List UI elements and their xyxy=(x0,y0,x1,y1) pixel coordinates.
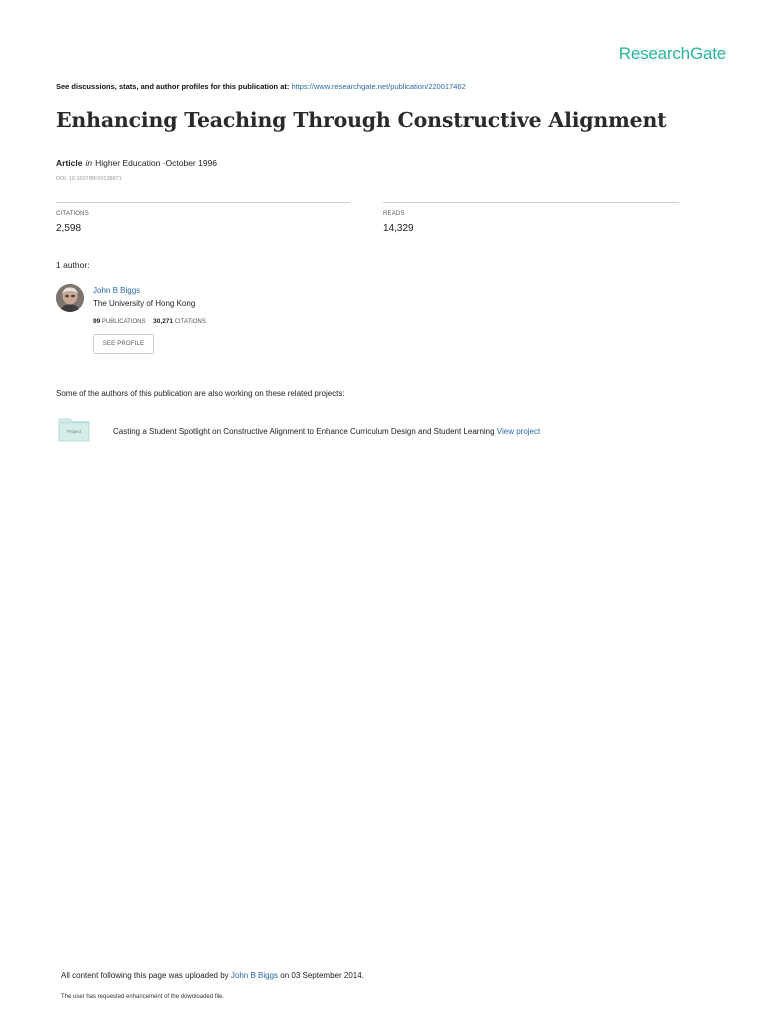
citations-value: 2,598 xyxy=(56,223,82,234)
author-citations-count: 30,271 xyxy=(153,318,174,325)
author-avatar[interactable] xyxy=(56,284,84,312)
author-publications-label: PUBLICATIONS xyxy=(101,319,146,325)
project-item: Casting a Student Spotlight on Construct… xyxy=(113,427,540,436)
journal-name: Higher Education xyxy=(95,158,161,168)
discussion-line: See discussions, stats, and author profi… xyxy=(56,82,466,91)
divider-reads xyxy=(383,202,679,203)
uploader-link[interactable]: John B Biggs xyxy=(231,971,278,980)
publication-type: Article xyxy=(56,158,83,168)
avatar-photo xyxy=(56,284,84,312)
authors-heading: 1 author: xyxy=(56,260,90,270)
upload-prefix: All content following this page was uplo… xyxy=(61,971,229,980)
upload-note: All content following this page was uplo… xyxy=(61,971,364,980)
publication-meta: Article in Higher Education ·October 1996 xyxy=(56,158,217,168)
project-folder-icon: Project xyxy=(58,416,90,442)
author-citations-label: CITATIONS xyxy=(174,319,206,325)
publication-date: October 1996 xyxy=(165,158,218,168)
author-name-link[interactable]: John B Biggs xyxy=(93,286,140,295)
related-projects-heading: Some of the authors of this publication … xyxy=(56,389,345,398)
reads-label: READS xyxy=(383,211,405,217)
author-stats: 99 PUBLICATIONS 30,271 CITATIONS xyxy=(93,318,206,325)
in-word: in xyxy=(85,158,93,168)
view-project-link[interactable]: View project xyxy=(497,427,540,436)
publication-url-link[interactable]: https://www.researchgate.net/publication… xyxy=(291,82,465,91)
see-profile-button[interactable]: SEE PROFILE xyxy=(93,334,154,354)
author-publications-count: 99 xyxy=(93,318,101,325)
discussion-prefix: See discussions, stats, and author profi… xyxy=(56,82,290,91)
reads-value: 14,329 xyxy=(383,223,414,234)
project-icon-label: Project xyxy=(66,429,81,434)
enhancement-note: The user has requested enhancement of th… xyxy=(61,994,225,1000)
divider-citations xyxy=(56,202,350,203)
upload-suffix: on 03 September 2014. xyxy=(280,971,364,980)
author-institution: The University of Hong Kong xyxy=(93,299,196,308)
researchgate-logo[interactable]: ResearchGate xyxy=(619,44,726,64)
doi: DOI: 10.1007/BF00138871 xyxy=(56,176,122,182)
project-title: Casting a Student Spotlight on Construct… xyxy=(113,427,495,436)
citations-label: CITATIONS xyxy=(56,211,89,217)
publication-title: Enhancing Teaching Through Constructive … xyxy=(56,108,667,132)
